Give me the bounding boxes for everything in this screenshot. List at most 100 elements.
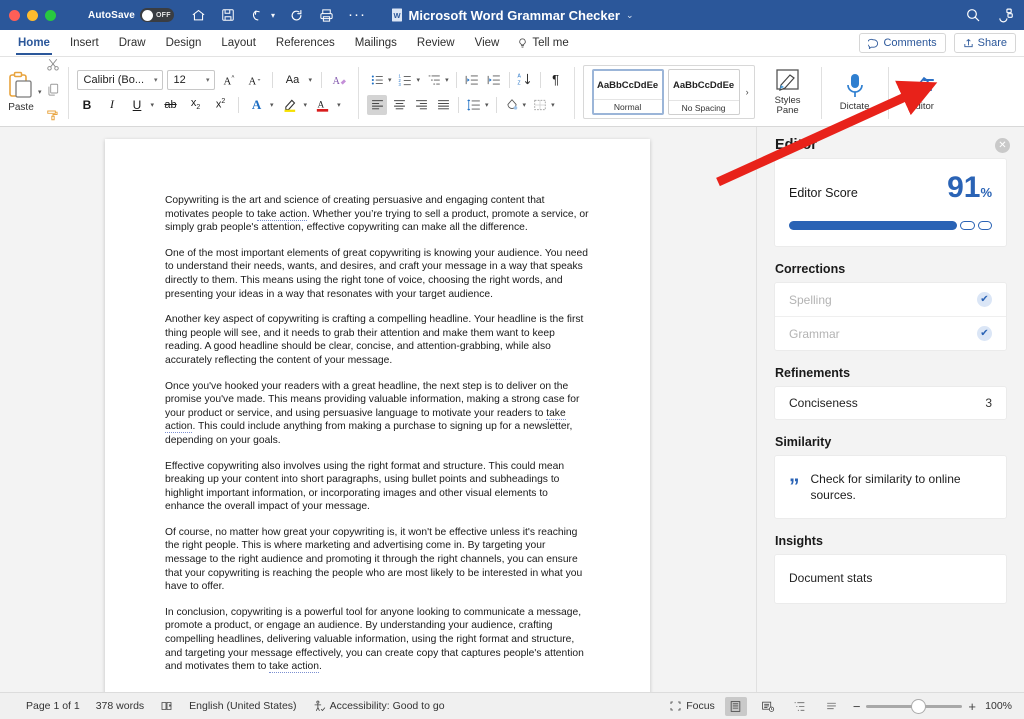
correction-row-spelling[interactable]: Spelling ✔ (775, 283, 1006, 316)
close-window-button[interactable] (9, 9, 20, 21)
align-right-icon[interactable] (411, 95, 431, 115)
line-spacing-icon[interactable] (464, 95, 484, 115)
bullet-list-caret[interactable]: ▾ (388, 76, 392, 84)
underline-caret[interactable]: ▾ (151, 101, 155, 109)
search-icon[interactable] (964, 7, 981, 24)
similarity-card[interactable]: ” Check for similarity to online sources… (775, 456, 1006, 518)
comments-button[interactable]: Comments (859, 33, 946, 53)
shading-caret[interactable]: ▾ (523, 101, 527, 109)
zoom-slider-handle[interactable] (912, 699, 926, 713)
editor-button[interactable]: Editor (897, 73, 947, 112)
style-card-normal[interactable]: AaBbCcDdEe Normal (591, 69, 664, 115)
styles-pane-button[interactable]: Styles Pane (763, 68, 813, 116)
accessibility-status[interactable]: Accessibility: Good to go (313, 700, 445, 713)
title-dropdown-caret[interactable]: ⌄ (626, 10, 634, 21)
sort-icon[interactable]: AZ (515, 70, 535, 90)
style-card-no-spacing[interactable]: AaBbCcDdEe No Spacing (667, 69, 740, 115)
undo-dropdown-caret[interactable]: ▾ (271, 11, 275, 20)
tab-insert[interactable]: Insert (60, 33, 109, 54)
text-effects-caret[interactable]: ▾ (270, 101, 274, 109)
document-text-body[interactable]: Copywriting is the art and science of cr… (105, 139, 650, 674)
close-icon[interactable]: ✕ (995, 137, 1010, 153)
word-count[interactable]: 378 words (96, 700, 144, 712)
borders-caret[interactable]: ▾ (551, 101, 555, 109)
numbered-list-caret[interactable]: ▾ (417, 76, 421, 84)
format-painter-icon[interactable] (46, 107, 60, 127)
paste-dropdown-caret[interactable]: ▾ (38, 88, 42, 96)
subscript-icon[interactable]: x2 (185, 95, 206, 115)
print-icon[interactable] (318, 7, 335, 24)
align-center-icon[interactable] (389, 95, 409, 115)
tab-references[interactable]: References (266, 33, 345, 54)
refinement-suggestion-text[interactable]: take action (269, 661, 319, 674)
tab-design[interactable]: Design (156, 33, 212, 54)
more-commands-icon[interactable]: ··· (348, 7, 366, 22)
focus-mode-button[interactable]: Focus (669, 700, 715, 712)
styles-gallery[interactable]: AaBbCcDdEe Normal AaBbCcDdEe No Spacing … (582, 65, 755, 119)
autosave-control[interactable]: AutoSave OFF (88, 8, 174, 22)
document-canvas[interactable]: Copywriting is the art and science of cr… (0, 127, 756, 692)
bold-icon[interactable]: B (77, 95, 98, 115)
multilevel-list-caret[interactable]: ▾ (445, 76, 449, 84)
styles-gallery-more-button[interactable]: › (744, 87, 751, 97)
zoom-in-button[interactable]: + (968, 699, 976, 714)
strikethrough-icon[interactable]: ab (160, 95, 181, 115)
grow-font-icon[interactable]: A ^ (219, 70, 240, 90)
paste-button[interactable]: Paste (6, 71, 36, 113)
highlight-caret[interactable]: ▾ (304, 101, 308, 109)
line-spacing-caret[interactable]: ▾ (485, 101, 489, 109)
highlight-color-icon[interactable] (280, 95, 301, 115)
bullet-list-icon[interactable] (367, 70, 387, 90)
refinement-suggestion-text[interactable]: take action (257, 208, 307, 221)
redo-icon[interactable] (288, 7, 305, 24)
justify-icon[interactable] (433, 95, 453, 115)
share-button[interactable]: Share (953, 33, 1016, 53)
tab-view[interactable]: View (465, 33, 510, 54)
copy-icon[interactable] (46, 82, 60, 102)
cut-icon[interactable] (46, 57, 60, 77)
change-case-caret[interactable]: ▾ (309, 76, 313, 84)
minimize-window-button[interactable] (27, 9, 38, 21)
underline-icon[interactable]: U (127, 95, 148, 115)
increase-indent-icon[interactable] (484, 70, 504, 90)
document-page[interactable]: Copywriting is the art and science of cr… (105, 139, 650, 692)
tab-home[interactable]: Home (8, 33, 60, 55)
undo-icon[interactable] (250, 7, 267, 24)
font-color-icon[interactable]: A (313, 95, 334, 115)
superscript-icon[interactable]: x2 (210, 95, 231, 115)
maximize-window-button[interactable] (45, 9, 56, 21)
print-layout-view-button[interactable] (724, 696, 747, 716)
home-icon[interactable] (190, 7, 207, 24)
language-indicator[interactable]: English (United States) (189, 700, 296, 712)
text-effects-icon[interactable]: A (246, 95, 267, 115)
font-size-combobox[interactable]: 12 ▾ (166, 69, 215, 90)
refinement-row-conciseness[interactable]: Conciseness 3 (775, 387, 1006, 419)
change-case-icon[interactable]: Aa (280, 70, 306, 90)
insights-card[interactable]: Document stats (775, 555, 1006, 603)
italic-icon[interactable]: I (102, 95, 123, 115)
accessibility-checker-icon[interactable] (997, 7, 1014, 24)
tab-layout[interactable]: Layout (211, 33, 266, 54)
dictate-button[interactable]: Dictate (830, 72, 880, 112)
borders-icon[interactable] (530, 95, 550, 115)
clear-formatting-icon[interactable]: A (329, 70, 350, 90)
show-formatting-marks-icon[interactable]: ¶ (546, 70, 566, 90)
correction-row-grammar[interactable]: Grammar ✔ (775, 316, 1006, 350)
zoom-out-button[interactable]: − (853, 699, 861, 714)
outline-view-button[interactable] (789, 697, 811, 716)
tell-me-button[interactable]: Tell me (509, 33, 576, 54)
align-left-icon[interactable] (367, 94, 388, 115)
web-layout-view-button[interactable] (757, 697, 779, 716)
proofing-errors-icon[interactable] (160, 700, 173, 712)
shrink-font-icon[interactable]: A ⌄ (244, 70, 265, 90)
tab-mailings[interactable]: Mailings (345, 33, 407, 54)
font-name-combobox[interactable]: Calibri (Bo... ▾ (76, 69, 163, 90)
draft-view-button[interactable] (821, 697, 843, 716)
zoom-control[interactable]: − + 100% (853, 699, 1012, 714)
font-color-caret[interactable]: ▾ (337, 101, 341, 109)
tab-draw[interactable]: Draw (109, 33, 156, 54)
save-icon[interactable] (220, 7, 237, 24)
zoom-slider[interactable] (866, 699, 963, 713)
window-controls[interactable] (0, 9, 56, 21)
shading-icon[interactable] (502, 95, 522, 115)
